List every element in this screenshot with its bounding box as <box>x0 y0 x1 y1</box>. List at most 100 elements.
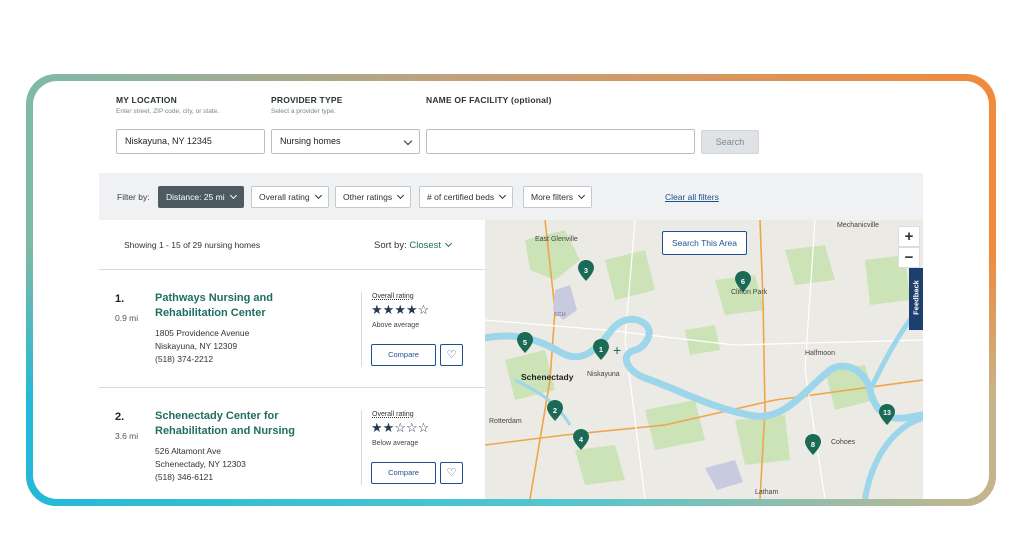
zoom-in-button[interactable]: + <box>898 226 920 247</box>
feedback-tab[interactable]: Feedback <box>909 268 923 330</box>
current-location-icon: + <box>613 342 622 358</box>
result-distance: 3.6 mi <box>115 431 139 441</box>
facility-name-link[interactable]: Schenectady Center for Rehabilitation an… <box>155 409 325 439</box>
other-ratings-filter-button[interactable]: Other ratings <box>335 186 412 208</box>
map-pin-label: 1 <box>598 345 604 354</box>
map-canvas <box>485 220 923 499</box>
map-place-label: Mechanicville <box>837 222 880 229</box>
location-input[interactable]: Niskayuna, NY 12345 <box>116 129 265 154</box>
compare-button[interactable]: Compare <box>371 462 436 484</box>
map-place-label: Clifton Park <box>731 289 768 296</box>
overall-rating-label[interactable]: Overall rating <box>372 411 414 418</box>
distance-filter-button[interactable]: Distance: 25 mi <box>158 186 244 208</box>
facility-name-link[interactable]: Pathways Nursing and Rehabilitation Cent… <box>155 291 315 321</box>
chevron-down-icon <box>578 191 586 200</box>
facility-street: 526 Altamont Ave <box>155 446 222 456</box>
provider-type-hint: Select a provider type. <box>271 108 336 115</box>
app-window: MY LOCATION Enter street, ZIP code, city… <box>33 81 989 499</box>
divider <box>99 269 485 270</box>
rating-text: Below average <box>372 440 419 447</box>
map-place-label: Cohoes <box>831 439 856 446</box>
chevron-down-icon <box>445 239 453 248</box>
star-empty-icon: ☆ <box>417 420 430 435</box>
results-list: Showing 1 - 15 of 29 nursing homes Sort … <box>99 220 485 499</box>
filter-by-label: Filter by: <box>117 192 150 202</box>
map-pin-label: 13 <box>883 410 891 417</box>
chevron-down-icon <box>397 191 405 200</box>
facility-name-label: NAME OF FACILITY (optional) <box>426 95 552 105</box>
facility-phone: (518) 374-2212 <box>155 354 214 364</box>
star-empty-icon: ☆ <box>405 420 418 435</box>
compare-button[interactable]: Compare <box>371 344 436 366</box>
provider-type-label: PROVIDER TYPE <box>271 95 343 105</box>
star-filled-icon: ★ <box>405 302 418 317</box>
map-pin-label: 2 <box>552 406 558 415</box>
star-empty-icon: ☆ <box>394 420 406 435</box>
map-place-label: SCH <box>554 312 566 318</box>
overall-rating-filter-button[interactable]: Overall rating <box>251 186 329 208</box>
more-filters-button[interactable]: More filters <box>523 186 593 208</box>
map-pin-label: 3 <box>583 266 589 275</box>
map-place-label: Niskayuna <box>587 371 620 378</box>
map-place-label: Halfmoon <box>805 350 835 357</box>
star-filled-icon: ★ <box>371 302 383 317</box>
result-number: 1. <box>115 293 125 305</box>
facility-name-input[interactable] <box>426 129 695 154</box>
certified-beds-filter-label: # of certified beds <box>427 192 495 202</box>
overall-rating-label[interactable]: Overall rating <box>372 293 414 300</box>
star-rating: ★★★★☆ <box>371 302 429 318</box>
heart-icon: ♡ <box>446 349 457 361</box>
map[interactable]: 3 6 5 1 2 4 8 13 + East Glenville Mechan… <box>485 220 923 499</box>
divider <box>99 387 485 388</box>
location-hint: Enter street, ZIP code, city, or state. <box>116 108 220 115</box>
clear-all-filters-link[interactable]: Clear all filters <box>665 192 719 202</box>
search-this-area-button[interactable]: Search This Area <box>662 231 747 255</box>
favorite-button[interactable]: ♡ <box>440 344 463 366</box>
chevron-down-icon <box>403 136 413 146</box>
chevron-down-icon <box>229 191 237 200</box>
star-filled-icon: ★ <box>394 302 406 317</box>
results-count: Showing 1 - 15 of 29 nursing homes <box>124 240 261 250</box>
sort-dropdown[interactable]: Sort by: Closest <box>374 239 453 251</box>
facility-city: Schenectady, NY 12303 <box>155 459 246 469</box>
feedback-label: Feedback <box>911 280 921 315</box>
divider <box>361 292 362 367</box>
favorite-button[interactable]: ♡ <box>440 462 463 484</box>
location-label: MY LOCATION <box>116 95 177 105</box>
star-filled-icon: ★ <box>371 420 383 435</box>
rating-text: Above average <box>372 322 420 329</box>
map-pin-label: 8 <box>810 440 816 449</box>
map-pin-label: 5 <box>522 338 528 347</box>
zoom-out-button[interactable]: − <box>898 247 920 268</box>
overall-rating-filter-label: Overall rating <box>259 192 310 202</box>
chevron-down-icon <box>499 191 507 200</box>
distance-filter-label: Distance: 25 mi <box>166 192 225 202</box>
star-filled-icon: ★ <box>382 302 395 317</box>
provider-type-value: Nursing homes <box>280 136 341 146</box>
star-filled-icon: ★ <box>382 420 395 435</box>
chevron-down-icon <box>314 191 322 200</box>
map-place-label: East Glenville <box>535 236 578 243</box>
other-ratings-filter-label: Other ratings <box>343 192 393 202</box>
facility-phone: (518) 346-6121 <box>155 472 214 482</box>
result-distance: 0.9 mi <box>115 313 139 323</box>
divider <box>361 410 362 485</box>
map-place-label: Schenectady <box>521 372 574 382</box>
sort-label: Sort by: <box>374 240 407 251</box>
star-rating: ★★☆☆☆ <box>371 420 429 436</box>
facility-street: 1805 Providence Avenue <box>155 328 250 338</box>
map-place-label: Latham <box>755 489 779 496</box>
star-empty-icon: ☆ <box>417 302 430 317</box>
heart-icon: ♡ <box>446 467 457 479</box>
map-place-label: Rotterdam <box>489 418 522 425</box>
more-filters-label: More filters <box>531 192 574 202</box>
certified-beds-filter-button[interactable]: # of certified beds <box>419 186 514 208</box>
facility-city: Niskayuna, NY 12309 <box>155 341 238 351</box>
result-number: 2. <box>115 411 125 423</box>
sort-value: Closest <box>409 240 442 251</box>
search-button[interactable]: Search <box>701 130 759 154</box>
filter-bar: Filter by: Distance: 25 mi Overall ratin… <box>99 173 923 220</box>
map-pin-label: 6 <box>740 277 746 286</box>
provider-type-select[interactable]: Nursing homes <box>271 129 420 154</box>
map-pin-label: 4 <box>578 435 584 444</box>
